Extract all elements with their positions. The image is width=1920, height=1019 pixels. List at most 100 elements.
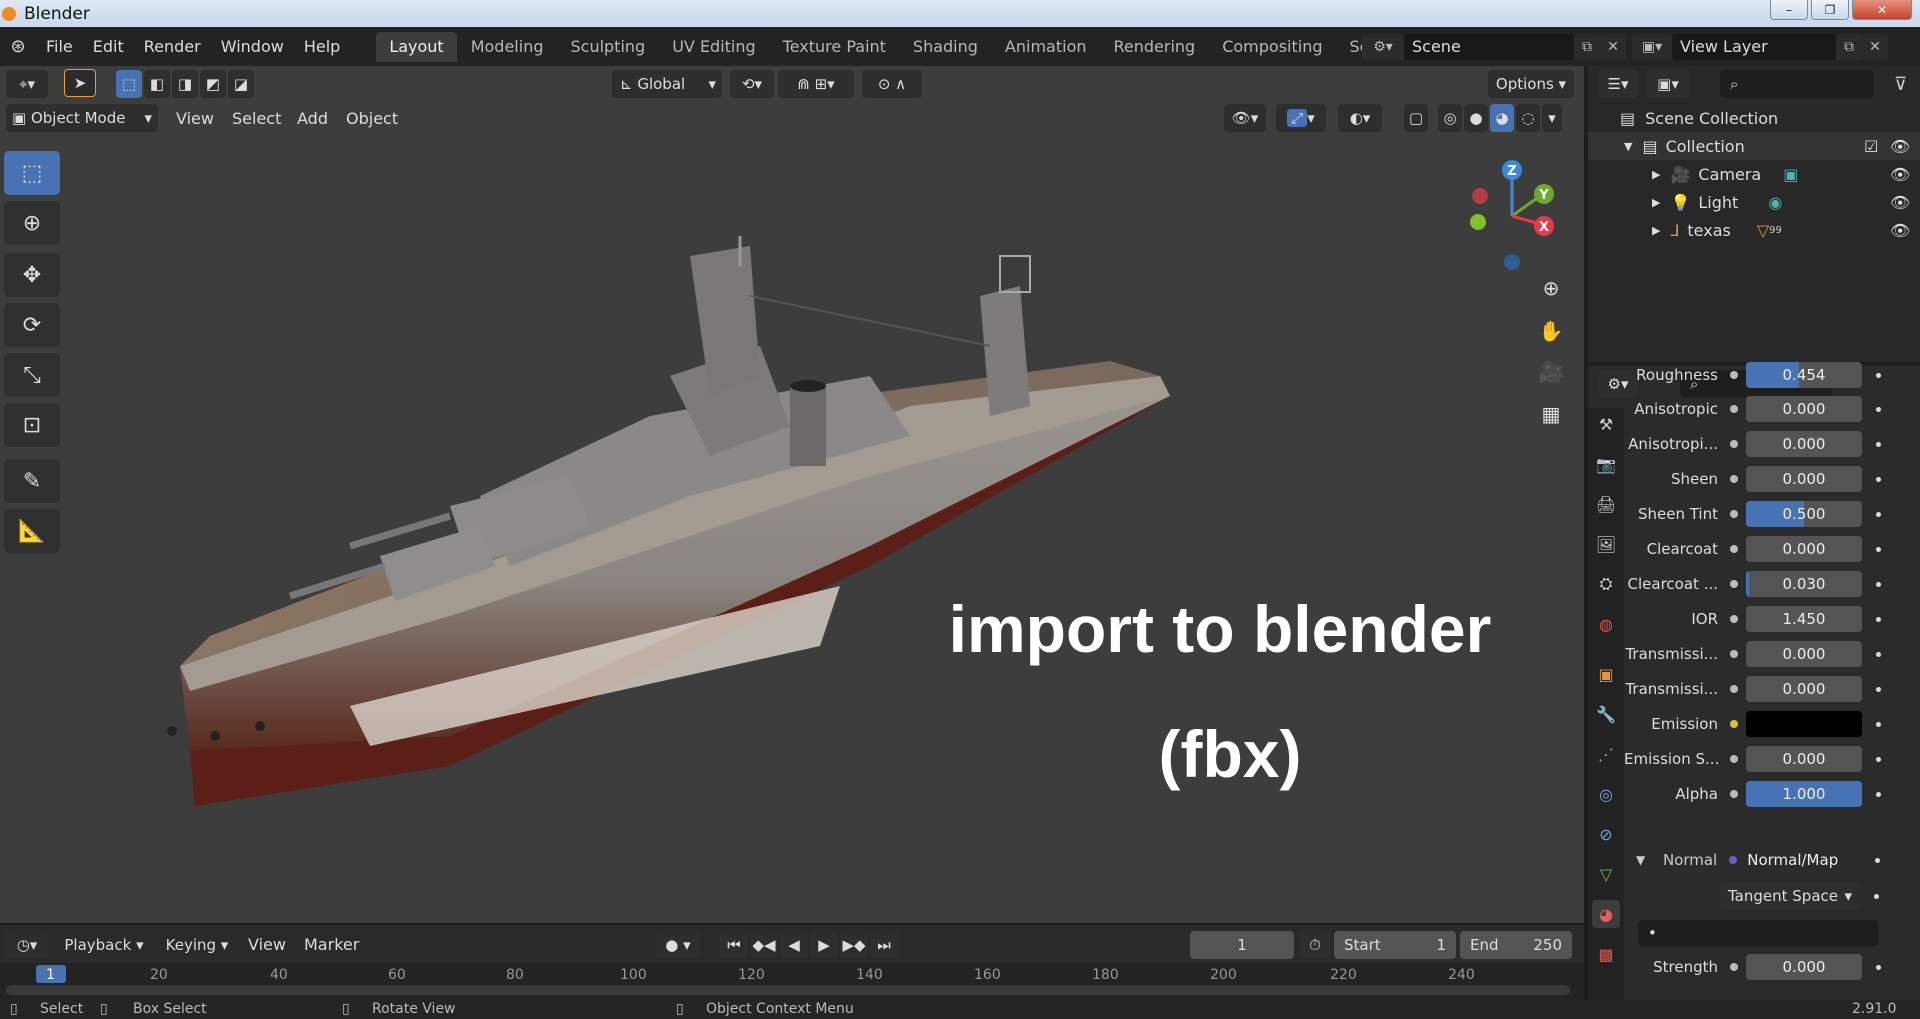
next-keyframe-icon[interactable]: ▶◆ (840, 931, 868, 959)
play-reverse-icon[interactable]: ◀ (780, 931, 808, 959)
property-row[interactable]: Alpha 1.000 (1624, 779, 1920, 809)
eye-icon[interactable]: 👁 (1890, 137, 1910, 156)
property-value-field[interactable]: 0.000 (1746, 536, 1862, 562)
light-data-icon[interactable]: ◉ (1768, 193, 1782, 212)
new-view-layer-icon[interactable]: ⧉ (1836, 33, 1862, 60)
cursor-tool-icon[interactable]: ⊕ (4, 201, 60, 245)
select-tool-icon[interactable]: ➤ (64, 69, 96, 97)
perspective-grid-icon[interactable]: ▦ (1533, 396, 1569, 432)
property-value-field[interactable] (1746, 711, 1862, 737)
strength-field[interactable]: 0.000 (1746, 954, 1862, 980)
minimize-button[interactable]: – (1770, 0, 1808, 20)
property-value-field[interactable]: 0.454 (1746, 362, 1862, 388)
property-value-field[interactable]: 0.030 (1746, 571, 1862, 597)
camera-view-icon[interactable]: 🎥 (1533, 354, 1569, 390)
modifier-tab-icon[interactable]: 🔧 (1592, 700, 1620, 728)
blender-menu-icon[interactable]: ⊛ (0, 36, 36, 57)
texture-tab-icon[interactable]: ▩ (1592, 940, 1620, 968)
world-tab-icon[interactable]: ◍ (1592, 610, 1620, 638)
menu-edit[interactable]: Edit (83, 37, 134, 56)
menu-help[interactable]: Help (294, 37, 350, 56)
filter-icon[interactable]: ⊽ (1894, 74, 1907, 95)
select-extend-icon[interactable]: ◧ (144, 70, 170, 98)
navigation-gizmo[interactable]: Z Y X (1458, 156, 1578, 276)
keyframe-dot[interactable] (1876, 511, 1881, 517)
transform-orientation-dropdown[interactable]: ⊾ Global ▾ (612, 70, 722, 98)
timeline-ruler[interactable]: 1 20 40 60 80 100 120 140 160 180 200 22… (0, 963, 1584, 1001)
editor-type-icon[interactable]: ⌖▾ (6, 70, 48, 98)
outliner-row-light[interactable]: ▶ 💡 Light ◉ 👁 (1588, 188, 1920, 216)
outliner-row-collection[interactable]: ▼ ▤ Collection ☑ 👁 (1588, 132, 1920, 160)
jump-start-icon[interactable]: ⏮ (720, 931, 748, 959)
timeline-menu-marker[interactable]: Marker (294, 935, 369, 954)
property-value-field[interactable]: 0.000 (1746, 431, 1862, 457)
end-frame-field[interactable]: End 250 (1460, 931, 1572, 959)
checkbox-icon[interactable]: ☑ (1864, 137, 1878, 156)
property-row[interactable]: Clearcoat ... 0.030 (1624, 569, 1920, 599)
keyframe-dot[interactable] (1876, 441, 1881, 447)
tab-sculpting[interactable]: Sculpting (557, 32, 658, 62)
property-value-field[interactable]: 0.500 (1746, 501, 1862, 527)
keyframe-dot[interactable] (1876, 791, 1881, 797)
keyframe-dot[interactable] (1876, 581, 1881, 587)
new-scene-icon[interactable]: ⧉ (1574, 33, 1600, 60)
property-row[interactable]: Sheen 0.000 (1624, 464, 1920, 494)
strength-row[interactable]: Strength 0.000 (1624, 952, 1920, 982)
property-row[interactable]: Clearcoat 0.000 (1624, 534, 1920, 564)
property-row[interactable]: Anisotropic 0.000 (1624, 394, 1920, 424)
keyframe-dot[interactable] (1876, 406, 1881, 412)
stopwatch-icon[interactable]: ⏱ (1300, 931, 1330, 959)
tab-texture-paint[interactable]: Texture Paint (770, 32, 899, 62)
neg-x-axis-handle[interactable] (1472, 188, 1488, 204)
select-intersect-icon[interactable]: ◪ (228, 70, 254, 98)
scene-browse-icon[interactable]: ⚙▾ (1362, 33, 1404, 60)
property-value-field[interactable]: 0.000 (1746, 746, 1862, 772)
annotate-tool-icon[interactable]: ✎ (4, 459, 60, 503)
maximize-button[interactable]: ❐ (1811, 0, 1849, 20)
outliner-row-texas[interactable]: ▶ ⅃ texas ▽ 99 👁 (1588, 216, 1920, 244)
keyframe-dot[interactable] (1876, 546, 1881, 552)
solid-shading-icon[interactable]: ● (1464, 104, 1488, 132)
keyframe-dot[interactable] (1876, 686, 1881, 692)
tangent-space-dropdown[interactable]: Tangent Space ▾ (1720, 882, 1860, 910)
wireframe-shading-icon[interactable]: ◎ (1438, 104, 1462, 132)
expand-arrow-icon[interactable]: ▶ (1652, 168, 1660, 181)
keying-menu[interactable]: Keying ▾ (156, 931, 238, 959)
select-subtract-icon[interactable]: ◨ (172, 70, 198, 98)
select-box-tool-icon[interactable]: ⬚ (4, 151, 60, 195)
proportional-edit-icon[interactable]: ⊙ ∧ (862, 70, 922, 98)
delete-view-layer-icon[interactable]: ✕ (1862, 33, 1888, 60)
eye-icon[interactable]: 👁 (1890, 221, 1910, 240)
pivot-point-icon[interactable]: ⟲▾ (730, 70, 774, 98)
render-tab-icon[interactable]: 📷 (1592, 450, 1620, 478)
play-icon[interactable]: ▶ (810, 931, 838, 959)
select-invert-icon[interactable]: ◩ (200, 70, 226, 98)
keyframe-dot[interactable] (1876, 721, 1881, 727)
jump-end-icon[interactable]: ⏭ (870, 931, 898, 959)
image-slot-field[interactable]: • (1638, 920, 1878, 946)
tab-shading[interactable]: Shading (900, 32, 991, 62)
tab-compositing[interactable]: Compositing (1209, 32, 1335, 62)
keyframe-dot[interactable] (1876, 476, 1881, 482)
timeline-scrollbar[interactable] (6, 985, 1570, 995)
keyframe-dot[interactable] (1875, 857, 1881, 863)
view-layer-tab-icon[interactable]: 🖼 (1592, 530, 1620, 558)
neg-y-axis-handle[interactable] (1470, 214, 1486, 230)
normal-map-link[interactable]: Normal/Map (1745, 847, 1862, 873)
property-row[interactable]: IOR 1.450 (1624, 604, 1920, 634)
move-tool-icon[interactable]: ✥ (4, 253, 60, 297)
rotate-tool-icon[interactable]: ⟳ (4, 303, 60, 347)
tab-layout[interactable]: Layout (376, 31, 457, 62)
viewport-menu-add[interactable]: Add (287, 109, 338, 128)
property-row[interactable]: Anisotropi... 0.000 (1624, 429, 1920, 459)
keyframe-dot[interactable] (1876, 756, 1881, 762)
output-tab-icon[interactable]: 🖨 (1592, 490, 1620, 518)
tangent-space-row[interactable]: Tangent Space ▾ (1624, 881, 1920, 911)
xray-icon[interactable]: ▢ (1404, 104, 1428, 132)
property-value-field[interactable]: 0.000 (1746, 466, 1862, 492)
expand-arrow-icon[interactable]: ▼ (1624, 140, 1632, 153)
rendered-shading-icon[interactable]: ◌ (1516, 104, 1540, 132)
battleship-model[interactable] (150, 146, 1190, 836)
overlays-icon[interactable]: ◐▾ (1338, 104, 1382, 132)
transform-tool-icon[interactable]: ⊡ (4, 403, 60, 447)
